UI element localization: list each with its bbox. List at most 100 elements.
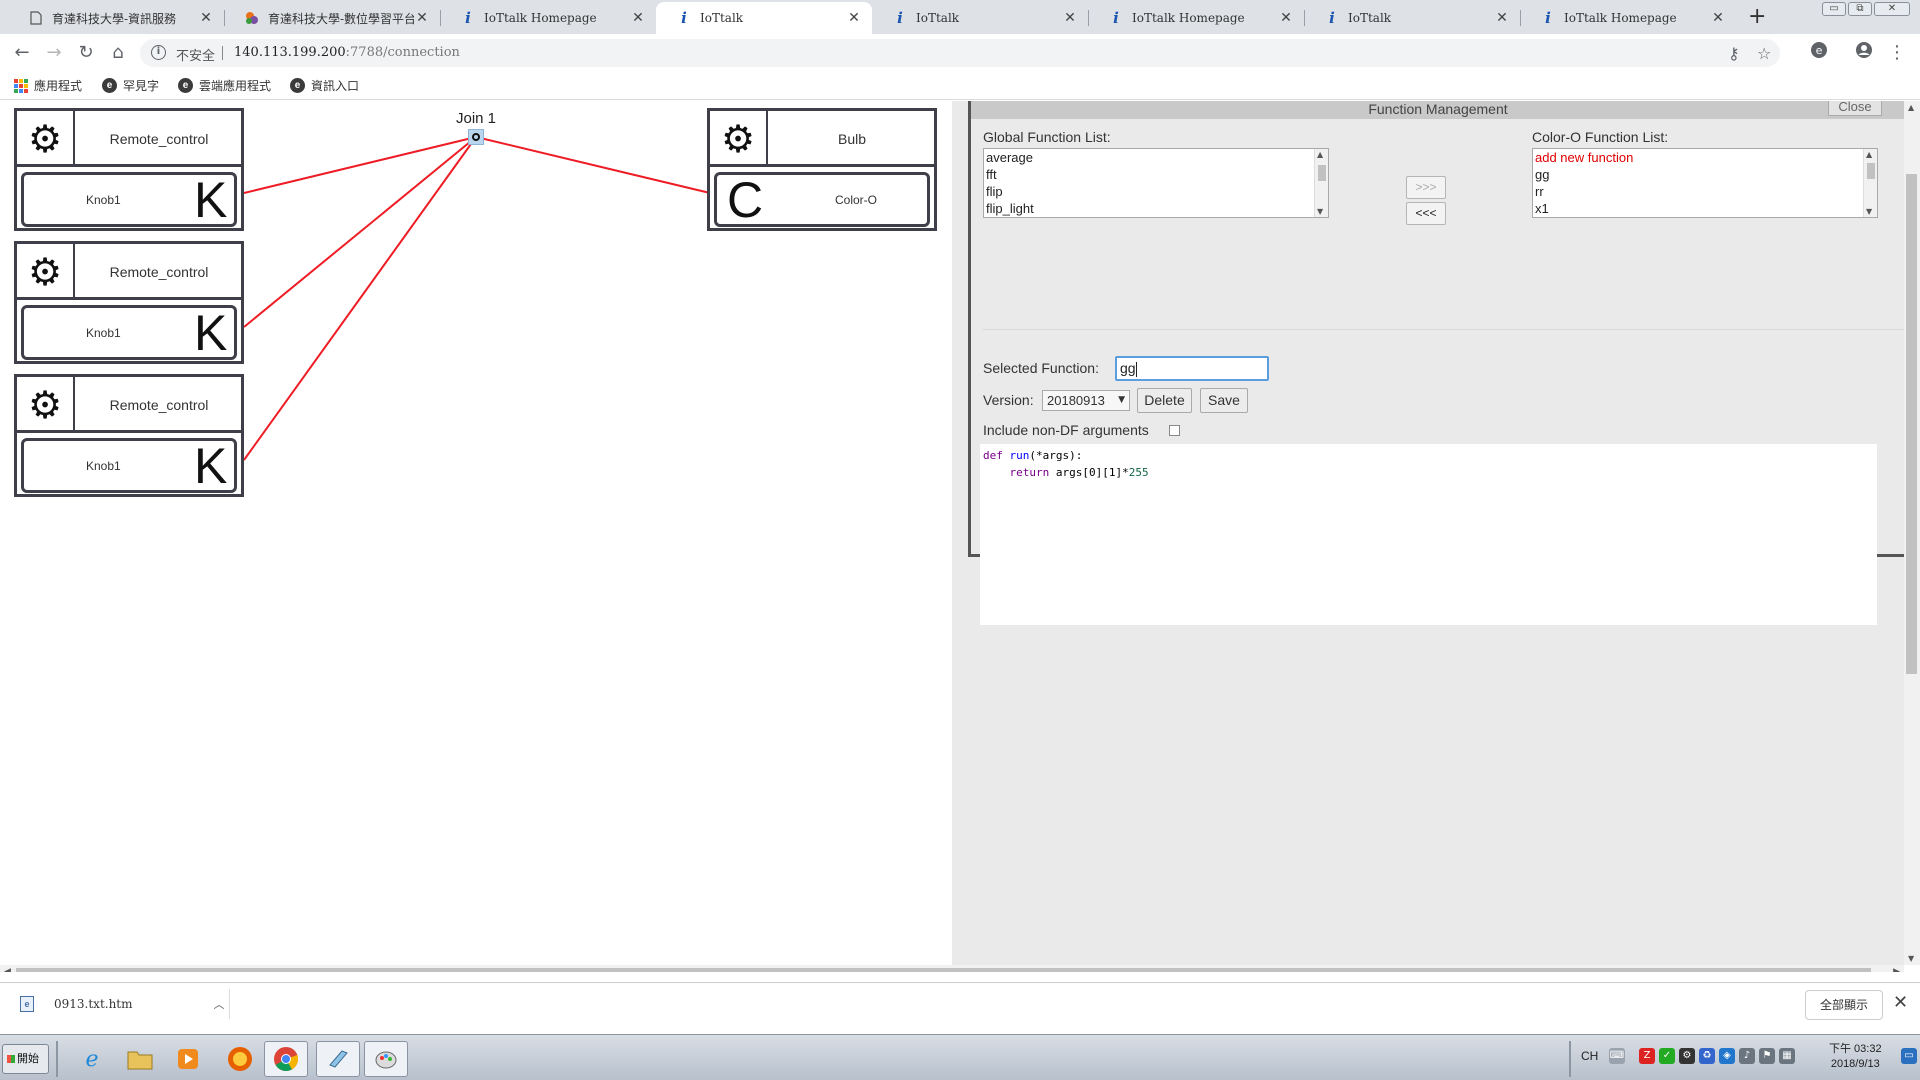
tab-7[interactable]: i IoTtalk Homepage ✕ — [1520, 2, 1736, 34]
close-icon[interactable]: ✕ — [1893, 992, 1908, 1013]
info-icon[interactable]: i — [151, 45, 166, 60]
list-item-add-new[interactable]: add new function — [1533, 149, 1877, 166]
device-name[interactable]: Bulb — [770, 111, 934, 167]
scroll-down-icon[interactable]: ▼ — [1908, 954, 1914, 963]
list-scrollbar[interactable]: ▲ ▼ — [1314, 149, 1328, 217]
notepad-icon[interactable] — [316, 1041, 360, 1077]
scroll-thumb[interactable] — [1318, 165, 1326, 181]
bookmark-cloud-apps[interactable]: e 雲端應用程式 — [178, 77, 271, 94]
chrome-icon[interactable] — [264, 1041, 308, 1077]
delete-button[interactable]: Delete — [1137, 388, 1192, 413]
show-all-button[interactable]: 全部顯示 — [1805, 990, 1883, 1020]
device-name[interactable]: Remote_control — [77, 377, 241, 433]
feature-knob1[interactable]: Knob1 K — [21, 305, 237, 361]
device-name[interactable]: Remote_control — [77, 244, 241, 300]
tab-close-icon[interactable]: ✕ — [1062, 10, 1078, 26]
list-item[interactable]: x1 — [1533, 200, 1877, 217]
tab-1[interactable]: 育達科技大學-數位學習平台 ✕ — [224, 2, 440, 34]
window-close-button[interactable]: ✕ — [1874, 2, 1910, 16]
device-remote-control-2[interactable]: ⚙ Remote_control Knob1 K — [14, 241, 244, 364]
new-tab-button[interactable]: + — [1748, 4, 1766, 29]
volume-icon[interactable]: ♪ — [1739, 1048, 1755, 1064]
reload-button[interactable]: ↻ — [74, 41, 98, 65]
tab-close-icon[interactable]: ✕ — [198, 10, 214, 26]
global-function-list[interactable]: average fft flip flip_light ▲ ▼ — [983, 148, 1329, 218]
extension-icon[interactable]: e — [1807, 41, 1831, 65]
tab-5[interactable]: i IoTtalk Homepage ✕ — [1088, 2, 1304, 34]
join-label[interactable]: Join 1 — [456, 110, 496, 127]
security-shield-icon[interactable]: ✓ — [1659, 1048, 1675, 1064]
device-function-list[interactable]: add new function gg rr x1 ▲ ▼ — [1532, 148, 1878, 218]
chevron-up-icon[interactable]: ︿ — [209, 996, 229, 1012]
list-item[interactable]: fft — [984, 166, 1328, 183]
scroll-down-icon[interactable]: ▼ — [1317, 207, 1323, 216]
tab-4[interactable]: i IoTtalk ✕ — [872, 2, 1088, 34]
back-button[interactable]: ← — [10, 41, 34, 65]
home-button[interactable]: ⌂ — [106, 41, 130, 65]
scroll-up-icon[interactable]: ▲ — [1866, 150, 1872, 159]
start-button[interactable]: 開始 — [2, 1044, 49, 1074]
scroll-down-icon[interactable]: ▼ — [1866, 207, 1872, 216]
security-label[interactable]: 不安全 — [176, 45, 215, 64]
sync-icon[interactable]: ♻ — [1699, 1048, 1715, 1064]
device-name[interactable]: Remote_control — [77, 111, 241, 167]
close-button[interactable]: Close — [1828, 101, 1882, 116]
selected-function-input[interactable]: gg — [1115, 356, 1269, 381]
scroll-up-icon[interactable]: ▲ — [1317, 150, 1323, 159]
scroll-left-icon[interactable]: ◀ — [4, 967, 11, 972]
download-item[interactable]: e 0913.txt.htm ︿ — [12, 989, 230, 1019]
tab-2[interactable]: i IoTtalk Homepage ✕ — [440, 2, 656, 34]
scroll-up-icon[interactable]: ▲ — [1908, 103, 1914, 112]
feature-knob1[interactable]: Knob1 K — [21, 438, 237, 494]
gear-icon[interactable]: ⚙ — [17, 244, 75, 300]
scroll-right-icon[interactable]: ▶ — [1893, 967, 1900, 972]
antivirus-icon[interactable]: Z — [1639, 1048, 1655, 1064]
list-item[interactable]: flip — [984, 183, 1328, 200]
device-bulb[interactable]: ⚙ Bulb C Color-O — [707, 108, 937, 231]
paint-icon[interactable] — [364, 1041, 408, 1077]
forward-button[interactable]: → — [42, 41, 66, 65]
shield-icon[interactable]: ◈ — [1719, 1048, 1735, 1064]
restore-button[interactable]: ⧉ — [1848, 2, 1872, 16]
feature-knob1[interactable]: Knob1 K — [21, 172, 237, 228]
move-left-button[interactable]: <<< — [1406, 202, 1446, 225]
firefox-icon[interactable] — [218, 1041, 262, 1077]
tab-3-active[interactable]: i IoTtalk ✕ — [656, 2, 872, 34]
gear-tray-icon[interactable]: ⚙ — [1679, 1048, 1695, 1064]
page-vertical-scrollbar[interactable]: ▲ ▼ — [1904, 101, 1920, 965]
scroll-thumb[interactable] — [1867, 163, 1875, 179]
bookmark-apps[interactable]: 應用程式 — [14, 77, 82, 94]
profile-icon[interactable] — [1852, 41, 1876, 65]
list-item[interactable]: gg — [1533, 166, 1877, 183]
gear-icon[interactable]: ⚙ — [710, 111, 768, 167]
tab-close-icon[interactable]: ✕ — [1710, 10, 1726, 26]
gear-icon[interactable]: ⚙ — [17, 377, 75, 433]
tab-close-icon[interactable]: ✕ — [846, 10, 862, 26]
tab-close-icon[interactable]: ✕ — [1278, 10, 1294, 26]
folder-icon[interactable] — [118, 1041, 162, 1077]
ie-icon[interactable]: ℯ — [70, 1041, 114, 1077]
page-horizontal-scrollbar[interactable]: ◀ ▶ — [0, 965, 1904, 972]
clock[interactable]: 下午 03:32 2018/9/13 — [1829, 1042, 1882, 1072]
language-indicator[interactable]: CH — [1581, 1049, 1598, 1063]
save-button[interactable]: Save — [1200, 388, 1248, 413]
media-player-icon[interactable] — [166, 1041, 210, 1077]
tab-close-icon[interactable]: ✕ — [414, 10, 430, 26]
move-right-button[interactable]: >>> — [1406, 176, 1446, 199]
version-select[interactable]: 20180913 ▼ — [1042, 390, 1130, 411]
device-remote-control-1[interactable]: ⚙ Remote_control Knob1 K — [14, 108, 244, 231]
tab-6[interactable]: i IoTtalk ✕ — [1304, 2, 1520, 34]
flag-icon[interactable]: ⚑ — [1759, 1048, 1775, 1064]
address-bar[interactable]: i 不安全 140.113.199.200:7788/connection ⚷ … — [140, 39, 1780, 67]
scroll-thumb[interactable] — [1906, 174, 1917, 674]
network-icon[interactable]: ▦ — [1779, 1048, 1795, 1064]
tab-0[interactable]: 育達科技大學-資訊服務 ✕ — [8, 2, 224, 34]
scroll-thumb[interactable] — [16, 968, 1871, 972]
device-remote-control-3[interactable]: ⚙ Remote_control Knob1 K — [14, 374, 244, 497]
join-node-icon[interactable] — [468, 129, 484, 145]
gear-icon[interactable]: ⚙ — [17, 111, 75, 167]
non-df-checkbox[interactable] — [1169, 425, 1180, 436]
tab-close-icon[interactable]: ✕ — [1494, 10, 1510, 26]
list-item[interactable]: average — [984, 149, 1328, 166]
feature-color-o[interactable]: C Color-O — [714, 172, 930, 228]
